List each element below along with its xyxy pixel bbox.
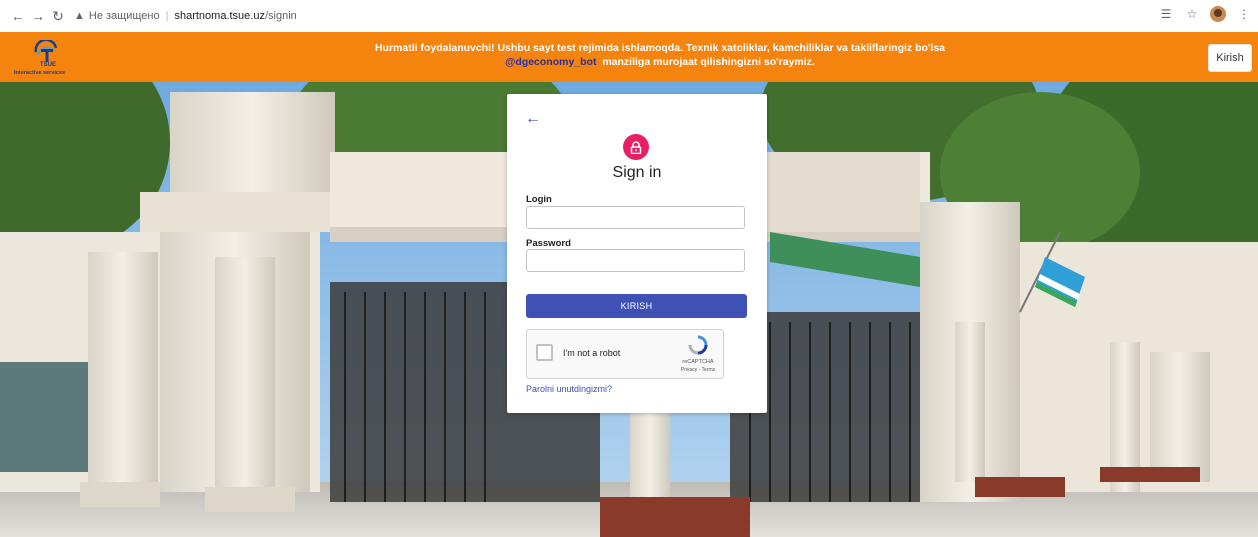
login-label: Login	[526, 194, 552, 205]
forward-icon[interactable]: →	[28, 6, 48, 26]
test-mode-notice: Hurmatli foydalanuvchi! Ushbu sayt test …	[340, 41, 980, 69]
url-separator: |	[165, 10, 169, 22]
recaptcha-logo-icon	[688, 335, 708, 355]
translate-icon[interactable]: ☰	[1158, 7, 1174, 21]
browser-toolbar: ← → ↻ ▲ Не защищено | shartnoma.tsue.uz /…	[0, 0, 1258, 33]
logo-subtext: Interactive services	[14, 70, 66, 76]
notice-line-2: manziliga murojaat qilishingizni so'raym…	[602, 56, 815, 68]
password-input[interactable]	[526, 249, 745, 272]
browser-actions: ☰ ☆ ⋮	[1158, 6, 1252, 22]
site-header: TSUE Interactive services Hurmatli foyda…	[0, 32, 1258, 82]
url-domain: shartnoma.tsue.uz	[174, 10, 265, 22]
kirish-submit-button[interactable]: KIRISH	[526, 294, 747, 318]
signin-title: Sign in	[612, 164, 662, 181]
notice-line-1: Hurmatli foydalanuvchi! Ushbu sayt test …	[374, 42, 946, 54]
recaptcha-brand: reCAPTCHA	[682, 359, 714, 365]
recaptcha-privacy-terms[interactable]: Privacy - Terms	[677, 367, 719, 373]
recaptcha-label: I'm not a robot	[563, 348, 621, 358]
logo-mark-icon	[34, 40, 58, 62]
login-input[interactable]	[526, 206, 745, 229]
recaptcha-checkbox[interactable]	[536, 344, 553, 361]
reload-icon[interactable]: ↻	[48, 6, 68, 26]
signin-card: ← Sign in Login Password KIRISH I'm not …	[507, 94, 767, 413]
bot-handle-link[interactable]: @dgeconomy_bot	[505, 56, 596, 68]
back-icon[interactable]: ←	[8, 6, 28, 26]
warning-icon: ▲	[74, 10, 85, 22]
recaptcha-widget: I'm not a robot reCAPTCHA Privacy - Term…	[526, 329, 724, 379]
address-bar[interactable]: ▲ Не защищено | shartnoma.tsue.uz/signin	[74, 5, 297, 27]
star-icon[interactable]: ☆	[1184, 7, 1200, 21]
tsue-logo[interactable]: TSUE Interactive services	[10, 38, 90, 78]
profile-avatar[interactable]	[1210, 6, 1226, 22]
url-path: /signin	[264, 10, 297, 22]
logo-text: TSUE	[40, 62, 57, 68]
lock-icon	[623, 134, 649, 160]
menu-kebab-icon[interactable]: ⋮	[1236, 7, 1252, 21]
forgot-password-link[interactable]: Parolni unutdingizmi?	[526, 384, 612, 394]
header-login-button[interactable]: Kirish	[1208, 44, 1252, 72]
arrow-left-icon[interactable]: ←	[525, 110, 541, 128]
password-label: Password	[526, 238, 571, 249]
security-label: Не защищено	[88, 10, 160, 22]
